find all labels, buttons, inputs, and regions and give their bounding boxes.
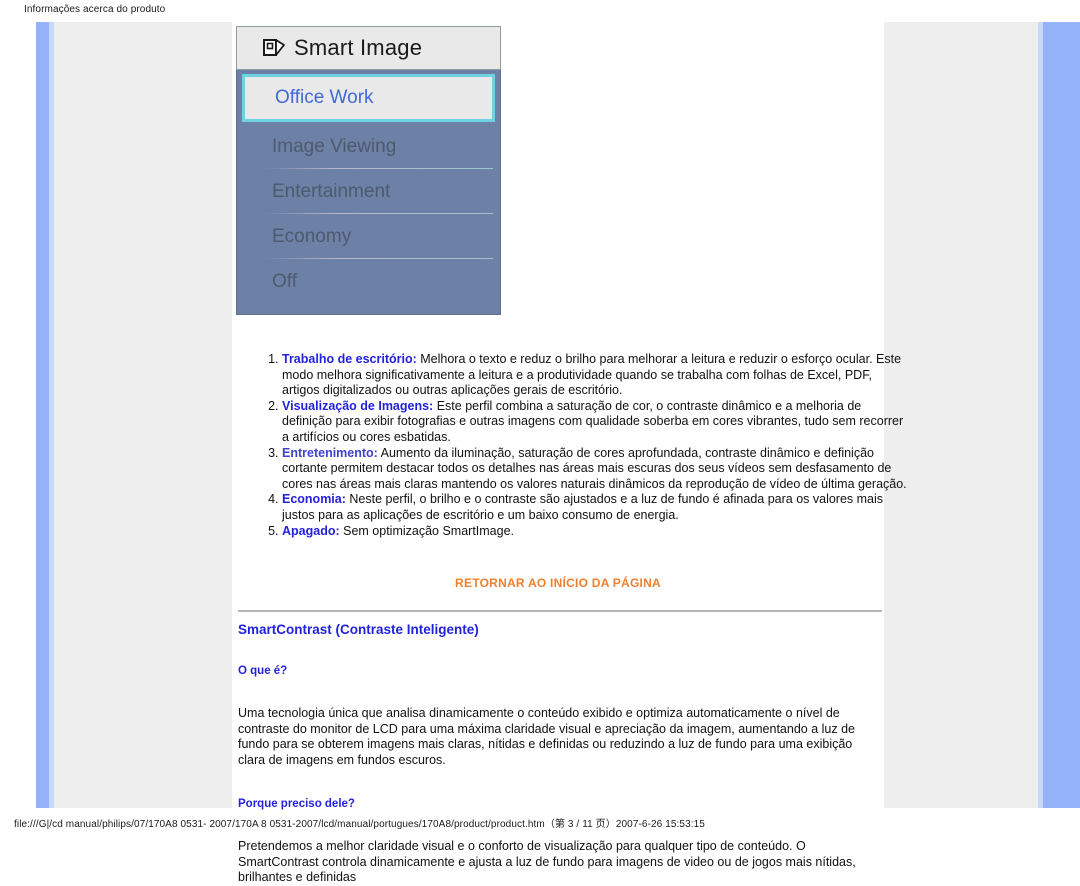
list-item: Visualização de Imagens: Este perfil com… <box>282 399 910 446</box>
mode-label: Economia: <box>282 492 346 507</box>
osd-item-image-viewing[interactable]: Image Viewing <box>242 124 495 169</box>
smartcontrast-section: SmartContrast (Contraste Inteligente) O … <box>238 622 878 886</box>
mode-text: Neste perfil, o brilho e o contraste são… <box>282 492 884 522</box>
list-item: Economia: Neste perfil, o brilho e o con… <box>282 492 910 523</box>
return-to-top-link[interactable]: RETORNAR AO INÍCIO DA PÁGINA <box>455 576 661 590</box>
list-item: Apagado: Sem optimização SmartImage. <box>282 524 910 540</box>
osd-item-entertainment[interactable]: Entertainment <box>242 169 495 214</box>
print-footer: file:///G|/cd manual/philips/07/170A8 05… <box>14 819 705 830</box>
osd-item-economy[interactable]: Economy <box>242 214 495 259</box>
print-header: Informações acerca do produto <box>24 4 166 15</box>
osd-menu-list: Office Work Image Viewing Entertainment … <box>236 70 501 315</box>
right-blue-bar <box>1043 22 1080 808</box>
main-content: Smart Image Office Work Image Viewing En… <box>232 22 907 884</box>
section-divider <box>238 610 882 612</box>
mode-text: Sem optimização SmartImage. <box>339 523 515 538</box>
osd-item-label: Economy <box>272 225 352 247</box>
why-need-it-body: Pretendemos a melhor claridade visual e … <box>238 838 856 885</box>
osd-title-text: Smart Image <box>294 35 423 60</box>
mode-label: Entretenimento: <box>282 445 378 460</box>
what-is-it-heading: O que é? <box>238 665 288 677</box>
left-blue-bar <box>36 22 49 808</box>
osd-item-label: Off <box>272 270 297 292</box>
return-to-top: RETORNAR AO INÍCIO DA PÁGINA <box>232 574 884 592</box>
mode-label: Trabalho de escritório: <box>282 352 417 366</box>
list-item: Trabalho de escritório: Melhora o texto … <box>282 352 910 399</box>
osd-item-label: Office Work <box>275 87 374 108</box>
smartcontrast-heading: SmartContrast (Contraste Inteligente) <box>238 622 479 637</box>
osd-title-bar: Smart Image <box>236 26 501 70</box>
smartimage-osd: Smart Image Office Work Image Viewing En… <box>236 26 501 315</box>
list-item: Entretenimento: Aumento da iluminação, s… <box>282 446 910 493</box>
mode-label: Visualização de Imagens: <box>282 398 434 413</box>
osd-item-office-work[interactable]: Office Work <box>242 74 495 122</box>
mode-description-list: Trabalho de escritório: Melhora o texto … <box>248 352 910 539</box>
left-grey-panel <box>54 22 232 808</box>
why-need-it-heading: Porque preciso dele? <box>238 797 355 810</box>
smartimage-icon <box>263 38 285 58</box>
osd-item-label: Image Viewing <box>272 135 397 157</box>
osd-item-label: Entertainment <box>272 180 391 202</box>
osd-item-off[interactable]: Off <box>242 259 495 304</box>
what-is-it-body: Uma tecnologia única que analisa dinamic… <box>238 706 855 768</box>
mode-label: Apagado: <box>282 523 340 538</box>
